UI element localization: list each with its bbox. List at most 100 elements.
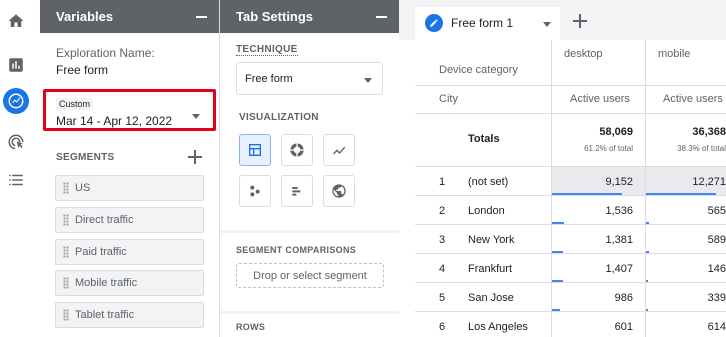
row-city: Los Angeles [468,321,528,333]
tab-settings-panel: Tab Settings TECHNIQUE Free form VISUALI… [219,0,400,337]
segment-chip-paid-traffic[interactable]: Paid traffic [55,239,204,265]
segment-chip-mobile-traffic[interactable]: Mobile traffic [55,270,204,296]
collapse-icon[interactable] [196,16,207,18]
add-tab-icon[interactable] [573,14,587,28]
cell-mobile: 614 [707,321,726,333]
segment-chip-direct-traffic[interactable]: Direct traffic [55,207,204,233]
chevron-down-icon[interactable] [543,22,551,27]
tab-label: Free form 1 [451,16,514,30]
cell-mobile: 146 [707,263,726,275]
total-mobile: 36,368 [692,126,726,138]
tab-settings-title: Tab Settings [236,9,314,24]
segment-drop-zone[interactable]: Drop or select segment [236,263,384,288]
advertising-icon[interactable] [6,132,26,152]
technique-select[interactable]: Free form [236,62,383,95]
explore-icon[interactable] [3,88,29,114]
cell-mobile: 339 [707,292,726,304]
cell-desktop: 986 [614,292,633,304]
segment-chip-tablet-traffic[interactable]: Tablet traffic [55,302,204,328]
totals-label: Totals [468,133,500,145]
total-desktop: 58,069 [599,126,633,138]
chevron-down-icon [192,114,200,119]
tab-free-form-1[interactable]: Free form 1 [415,7,560,40]
technique-value: Free form [245,73,293,85]
row-index: 1 [439,176,446,188]
table-icon[interactable] [239,134,271,166]
line-chart-icon[interactable] [323,134,355,166]
metric-header-desktop[interactable]: Active users [570,93,630,105]
visualization-title: VISUALIZATION [239,112,319,123]
table-row[interactable]: 3 New York 1,381 589 [415,225,726,254]
variables-panel-title: Variables [56,9,114,24]
scatter-plot-icon[interactable] [239,175,271,207]
collapse-icon[interactable] [376,16,387,18]
total-mobile-pct: 38.3% of total [677,144,726,153]
bar-chart-icon[interactable] [281,175,313,207]
column-device-desktop[interactable]: desktop [564,48,603,60]
configure-icon[interactable] [6,170,26,190]
row-city: London [468,205,505,217]
drag-handle-icon[interactable] [63,246,69,258]
cell-desktop: 1,407 [605,263,633,275]
left-nav-rail [0,0,33,337]
table-row[interactable]: 2 London 1,536 565 [415,196,726,225]
tab-strip: Free form 1 [399,0,726,40]
row-city: San Jose [468,292,514,304]
date-range-picker[interactable]: Custom Mar 14 - Apr 12, 2022 [43,89,216,131]
add-segment-icon[interactable] [188,150,202,164]
row-index: 2 [439,205,446,217]
rows-title: ROWS [236,322,266,332]
row-divider [415,113,726,114]
row-city: (not set) [468,176,509,188]
cell-desktop: 1,381 [605,234,633,246]
report-canvas: Free form 1 Device category desktop mobi… [399,0,726,337]
segment-chip-us[interactable]: US [55,175,204,201]
exploration-name-label: Exploration Name: [56,46,155,60]
variables-panel-body: Exploration Name: Free form Custom Mar 1… [40,33,219,337]
technique-title: TECHNIQUE [236,44,298,56]
drag-handle-icon[interactable] [63,214,69,226]
segment-comparisons-section: SEGMENT COMPARISONS Drop or select segme… [220,233,400,311]
pencil-icon[interactable] [425,14,443,32]
date-range-value: Mar 14 - Apr 12, 2022 [56,114,173,128]
technique-visualization-section: TECHNIQUE Free form VISUALIZATION [220,33,400,230]
variables-panel: Variables Exploration Name: Free form Cu… [40,0,219,337]
chevron-down-icon [364,78,372,83]
segments-title: SEGMENTS [56,152,115,163]
reports-icon[interactable] [6,55,26,75]
geo-map-icon[interactable] [323,175,355,207]
cell-mobile: 589 [707,234,726,246]
free-form-table: Device category desktop mobile City Acti… [415,40,726,337]
column-device-mobile[interactable]: mobile [658,48,690,60]
drag-handle-icon[interactable] [63,277,69,289]
row-index: 5 [439,292,446,304]
variables-panel-header: Variables [40,0,219,33]
metric-header-mobile[interactable]: Active users [663,93,723,105]
segment-comparisons-title: SEGMENT COMPARISONS [236,245,357,255]
drag-handle-icon[interactable] [63,182,69,194]
cell-mobile: 565 [707,205,726,217]
segment-label: Tablet traffic [75,309,135,321]
table-row[interactable]: 1 (not set) 9,152 12,271 [415,167,726,196]
rows-section: ROWS [220,314,400,337]
table-row[interactable]: 6 Los Angeles 601 614 [415,312,726,337]
segment-label: Mobile traffic [75,277,138,289]
cell-desktop: 601 [614,321,633,333]
table-row[interactable]: 5 San Jose 986 339 [415,283,726,312]
donut-chart-icon[interactable] [281,134,313,166]
row-dimension-header: City [439,93,458,105]
table-row[interactable]: 4 Frankfurt 1,407 146 [415,254,726,283]
row-index: 6 [439,321,446,333]
exploration-name-input[interactable]: Free form [56,63,108,77]
total-desktop-pct: 61.2% of total [584,144,633,153]
tab-settings-header: Tab Settings [220,0,399,33]
row-city: Frankfurt [468,263,513,275]
row-divider [415,85,726,86]
row-city: New York [468,234,515,246]
drag-handle-icon[interactable] [63,309,69,321]
cell-desktop: 1,536 [605,205,633,217]
home-icon[interactable] [6,11,26,31]
row-index: 4 [439,263,446,275]
cell-mobile: 12,271 [692,176,726,188]
date-range-tag: Custom [56,98,94,110]
